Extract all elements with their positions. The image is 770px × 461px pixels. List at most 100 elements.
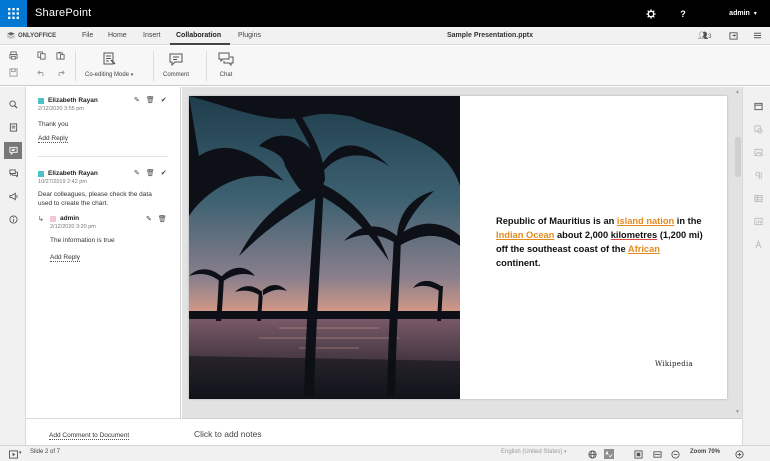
resolve-check-icon[interactable]: ✔ (161, 169, 167, 177)
edit-icon[interactable]: ✎ (134, 96, 140, 104)
language-selector[interactable]: English (United States) ▾ (501, 449, 567, 455)
language-button[interactable] (587, 449, 597, 459)
user-name: admin (729, 10, 750, 17)
tab-plugins[interactable]: Plugins (238, 32, 261, 39)
slide-settings-icon (753, 102, 763, 110)
comment-date: 10/27/2019 2:42 pm (38, 179, 87, 185)
settings-button[interactable] (638, 0, 664, 27)
comment-author: Elizabeth Rayan (38, 97, 98, 104)
table-settings-button[interactable] (753, 193, 763, 203)
undo-button[interactable] (37, 68, 46, 79)
comment-author: Elizabeth Rayan (38, 170, 98, 177)
scroll-up-icon[interactable]: ▲ (735, 89, 740, 95)
text-art-icon (754, 239, 762, 248)
tab-insert[interactable]: Insert (143, 32, 161, 39)
reply-arrow-icon: ↳ (38, 216, 44, 223)
gear-icon (646, 8, 656, 19)
editor-header: ONLYOFFICE File Home Insert Collaboratio… (0, 27, 770, 45)
chat-button[interactable]: Chat (218, 52, 234, 78)
scrollbar-thumb[interactable] (735, 137, 741, 177)
reply-actions: ✎ 🗑︎ (146, 215, 167, 223)
edit-icon[interactable]: ✎ (134, 169, 140, 177)
add-reply-link[interactable]: Add Reply (50, 254, 80, 262)
print-icon (9, 51, 18, 60)
zoom-level: Zoom 70% (690, 449, 721, 455)
spellcheck-button[interactable] (604, 449, 614, 459)
scroll-down-icon[interactable]: ▼ (735, 409, 740, 415)
fit-slide-button[interactable] (633, 449, 643, 459)
slides-button[interactable] (4, 119, 22, 136)
chevron-down-icon: ▾ (564, 449, 567, 455)
palm-tree-sunset-photo[interactable] (189, 96, 460, 399)
comment-divider (38, 156, 168, 157)
open-location-button[interactable] (729, 31, 738, 42)
image-settings-button[interactable] (753, 147, 763, 157)
resolve-check-icon[interactable]: ✔ (161, 96, 167, 104)
chevron-down-icon: ▾ (130, 72, 134, 78)
table-icon (753, 194, 763, 202)
print-button[interactable] (9, 51, 18, 62)
island-nation-link[interactable]: island nation (617, 216, 674, 226)
sharepoint-title[interactable]: SharePoint (35, 7, 91, 19)
edit-icon[interactable]: ✎ (146, 215, 152, 223)
indian-ocean-link[interactable]: Indian Ocean (496, 230, 554, 240)
onlyoffice-logo-icon (7, 32, 15, 39)
waffle-icon (8, 8, 19, 19)
slide-editing-area[interactable]: Republic of Mauritius is an island natio… (182, 87, 742, 418)
tab-file[interactable]: File (82, 32, 93, 39)
redo-icon (58, 70, 65, 77)
user-menu[interactable]: admin ▾ (718, 0, 768, 27)
comment-date: 2/12/2020 3:55 pm (38, 106, 84, 112)
tab-home[interactable]: Home (108, 32, 127, 39)
vertical-scrollbar[interactable]: ▲ ▼ (734, 87, 742, 418)
chart-settings-button[interactable] (753, 216, 763, 226)
reply-author: admin (50, 215, 79, 222)
tab-collaboration[interactable]: Collaboration (176, 32, 221, 39)
app-launcher-button[interactable] (0, 0, 27, 27)
comment-actions: ✎ 🗑︎ ✔ (134, 96, 167, 104)
delete-icon[interactable]: 🗑︎ (158, 215, 167, 223)
paste-button[interactable] (56, 51, 65, 62)
save-button[interactable] (9, 68, 18, 79)
add-reply-link[interactable]: Add Reply (38, 135, 68, 143)
redo-button[interactable] (56, 68, 65, 79)
comment-text: Dear colleagues, please check the data u… (38, 191, 152, 207)
chat-icon (218, 52, 234, 66)
menu-button[interactable] (753, 31, 762, 42)
shape-settings-button[interactable] (753, 124, 763, 134)
coediting-mode-button[interactable]: Co-editing Mode ▾ (85, 52, 133, 78)
feedback-button[interactable] (4, 188, 22, 205)
slide-notes[interactable]: Click to add notes (182, 418, 742, 445)
african-link[interactable]: African (628, 244, 660, 254)
author-color-swatch (38, 170, 44, 177)
slide-text-box[interactable]: Republic of Mauritius is an island natio… (496, 214, 706, 270)
zoom-out-icon (670, 449, 680, 459)
chat-icon (8, 169, 18, 178)
chevron-down-icon: ▾ (753, 11, 757, 17)
comment-button[interactable]: Comment (163, 52, 189, 78)
delete-icon[interactable]: 🗑︎ (146, 169, 155, 177)
slide-canvas[interactable]: Republic of Mauritius is an island natio… (189, 96, 727, 399)
copy-icon (37, 51, 46, 60)
slide-settings-button[interactable] (753, 101, 763, 111)
add-comment-to-document-link[interactable]: Add Comment to Document (49, 432, 130, 440)
start-slideshow-button[interactable] (8, 449, 18, 459)
toolbar-separator (75, 51, 76, 81)
zoom-in-icon (734, 449, 744, 459)
chat-panel-button[interactable] (4, 165, 22, 182)
fit-width-button[interactable] (652, 449, 662, 459)
copy-button[interactable] (37, 51, 46, 62)
paragraph-settings-button[interactable] (753, 170, 763, 180)
about-button[interactable] (4, 211, 22, 228)
delete-icon[interactable]: 🗑︎ (146, 96, 155, 104)
comments-button[interactable] (4, 142, 22, 159)
zoom-in-button[interactable] (734, 449, 744, 459)
search-button[interactable] (4, 96, 22, 113)
text-art-settings-button[interactable] (753, 239, 763, 249)
help-button[interactable]: ? (670, 0, 696, 27)
info-icon (8, 215, 18, 224)
sharepoint-header: SharePoint ? admin ▾ (0, 0, 770, 27)
users-button[interactable]: 👥︎3 (698, 31, 712, 40)
zoom-out-button[interactable] (670, 449, 680, 459)
chevron-down-icon[interactable]: ▾ (19, 450, 22, 456)
